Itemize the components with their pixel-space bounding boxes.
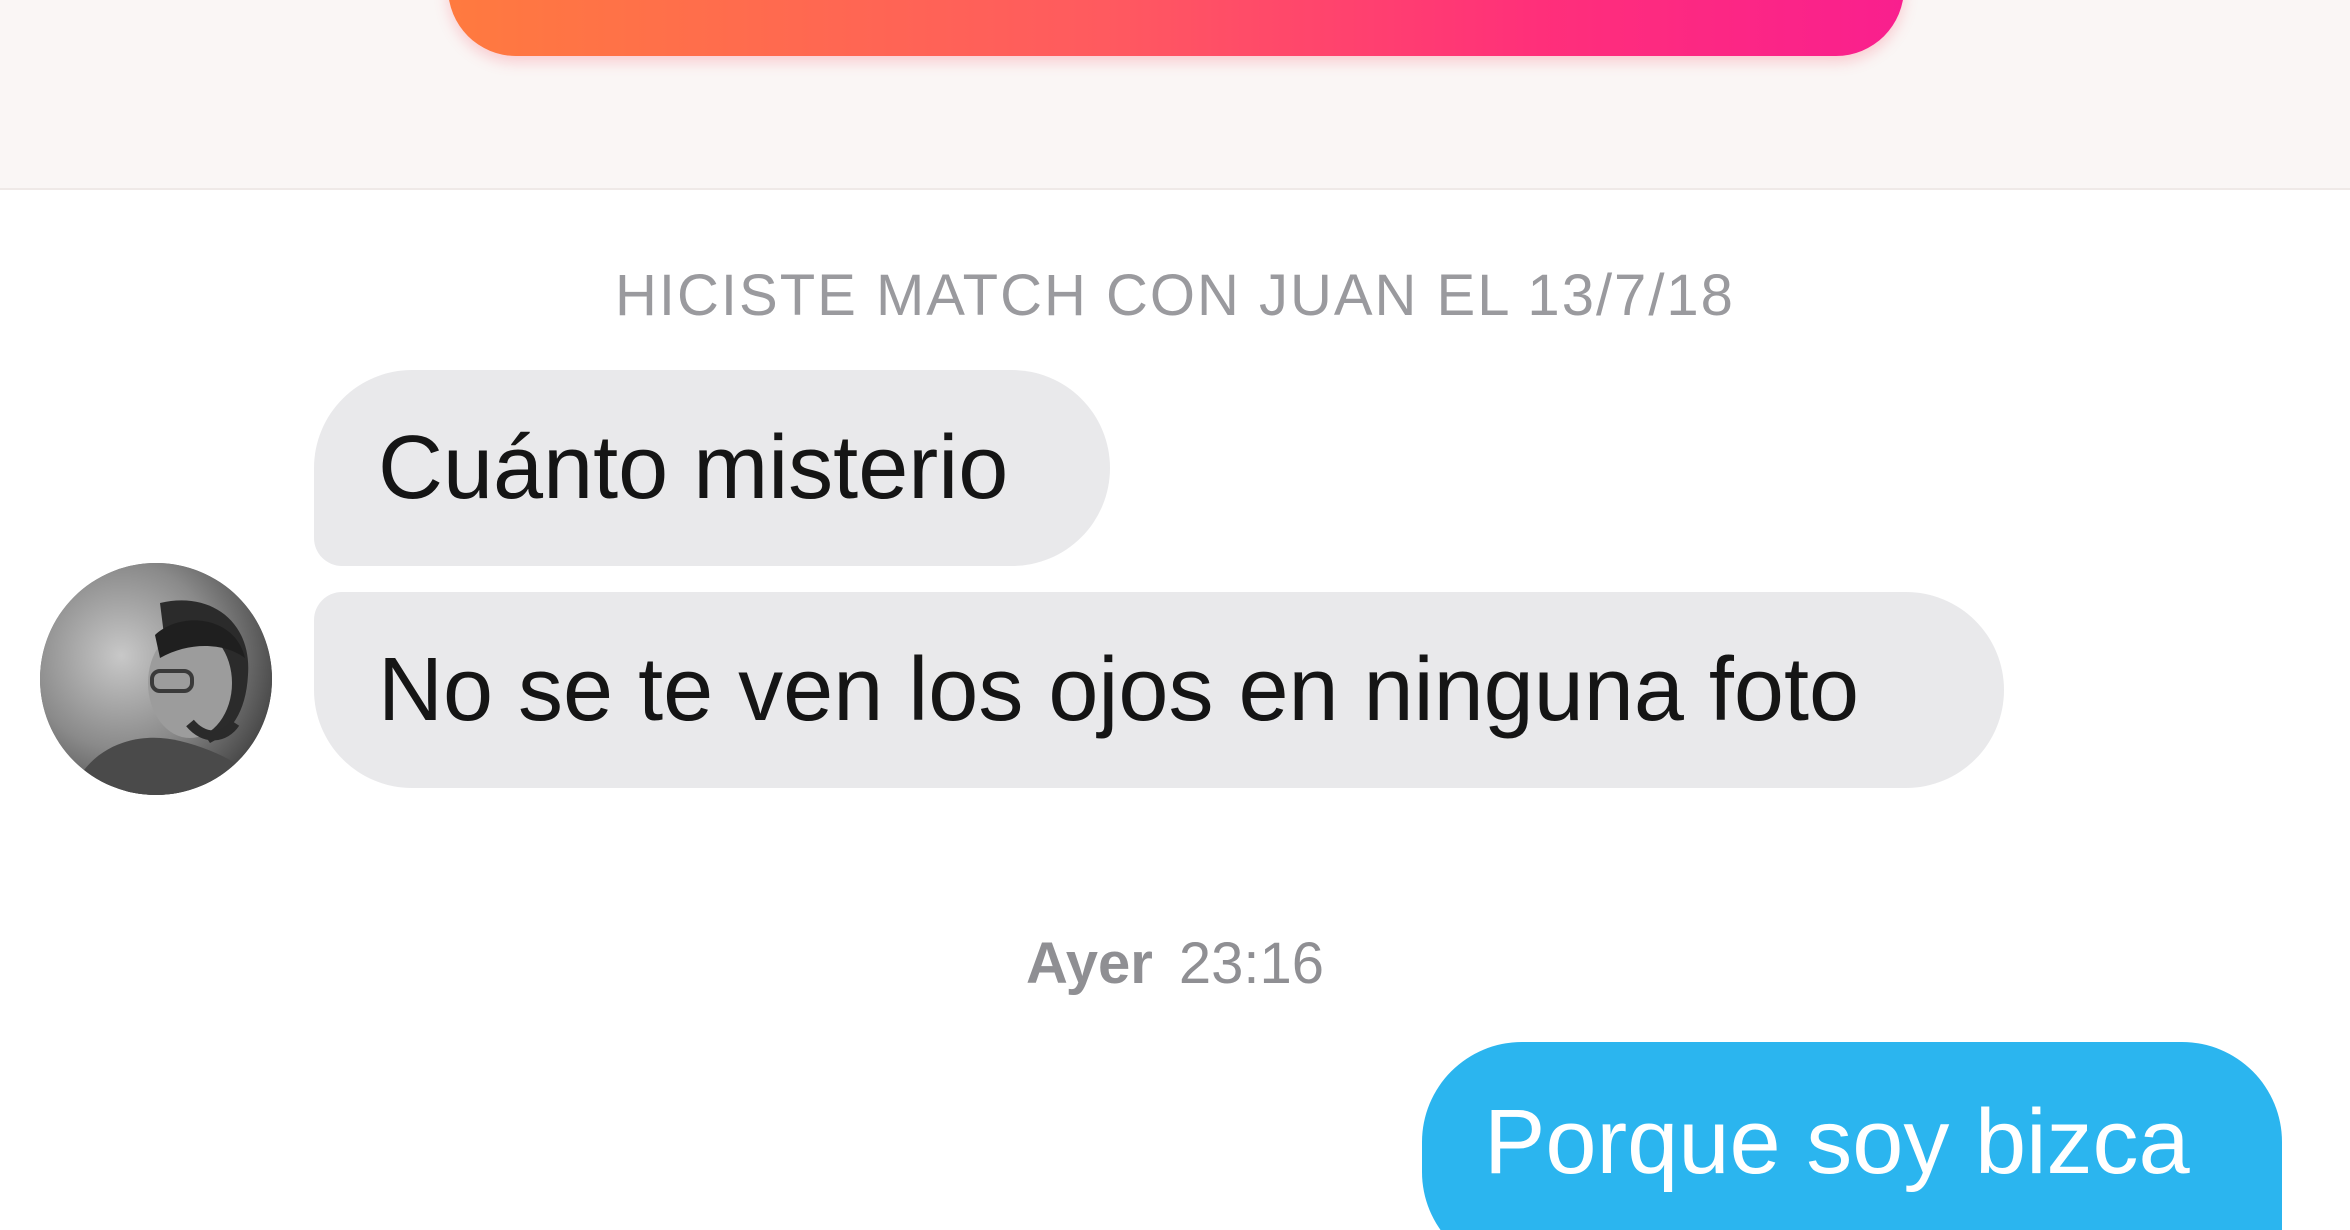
gradient-action-button[interactable] (448, 0, 1904, 56)
profile-photo-icon (40, 563, 272, 795)
message-timestamp: Ayer 23:16 (0, 930, 2350, 997)
timestamp-time: 23:16 (1178, 931, 1324, 996)
chat-screen: HICISTE MATCH CON JUAN EL 13/7/18 Cuánto… (0, 0, 2350, 1230)
match-notice: HICISTE MATCH CON JUAN EL 13/7/18 (615, 263, 1735, 328)
timestamp-day: Ayer (1026, 931, 1153, 996)
top-banner (0, 0, 2350, 190)
sent-message[interactable]: Porque soy bizca (1422, 1042, 2282, 1230)
avatar[interactable] (40, 563, 272, 795)
received-message[interactable]: Cuánto misterio (314, 370, 1110, 566)
received-message[interactable]: No se te ven los ojos en ninguna foto (314, 592, 2004, 788)
